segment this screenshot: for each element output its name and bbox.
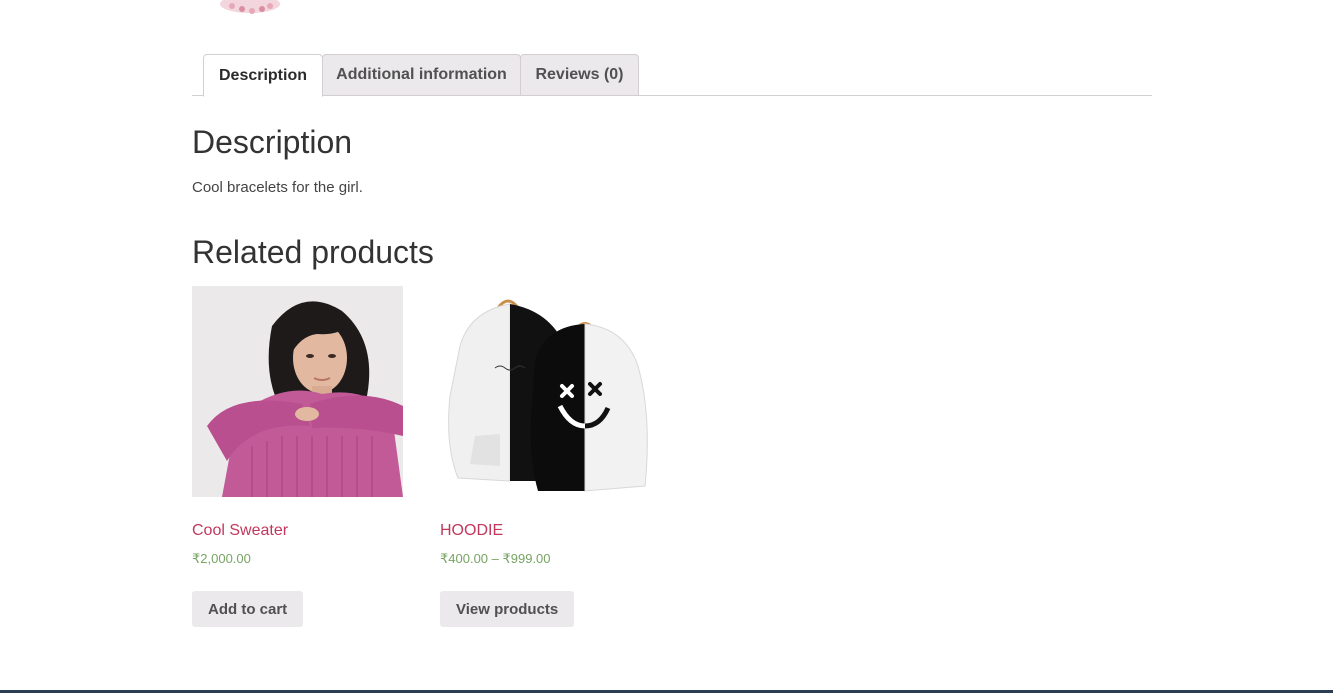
view-products-button[interactable]: View products [440, 591, 575, 627]
related-products-heading: Related products [192, 234, 434, 270]
product-title-link[interactable]: HOODIE [440, 522, 503, 540]
product-page: Description Additional information Revie… [0, 0, 1333, 693]
product-tabs: Description Additional information Revie… [192, 54, 1152, 97]
tab-additional-information-label: Additional information [336, 66, 507, 83]
tab-reviews-label: Reviews (0) [535, 66, 624, 83]
description-text: Cool bracelets for the girl. [192, 179, 363, 196]
product-price: ₹2,000.00 [192, 551, 251, 566]
product-image-cool-sweater[interactable] [192, 286, 403, 497]
product-title-link[interactable]: Cool Sweater [192, 522, 288, 540]
tab-description-label: Description [218, 66, 307, 84]
product-image-hoodie[interactable] [440, 286, 651, 497]
product-card-cool-sweater: Cool Sweater ₹2,000.00 Add to cart [192, 286, 403, 627]
product-price: ₹400.00 – ₹999.00 [440, 551, 551, 566]
product-card-hoodie: HOODIE ₹400.00 – ₹999.00 View products [440, 286, 651, 627]
description-heading: Description [192, 124, 353, 160]
product-image-fragment [220, 0, 280, 14]
tab-additional-information[interactable]: Additional information [322, 54, 521, 96]
tab-reviews[interactable]: Reviews (0) [520, 54, 639, 96]
add-to-cart-button[interactable]: Add to cart [192, 591, 304, 627]
tab-description[interactable]: Description [203, 54, 323, 97]
